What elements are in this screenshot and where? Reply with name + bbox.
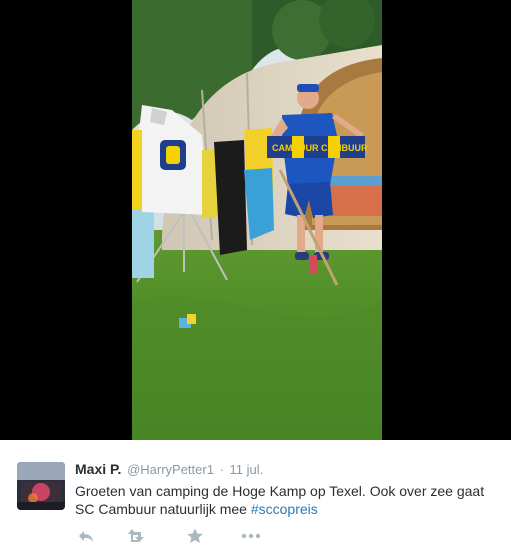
reply-icon[interactable] <box>77 528 95 544</box>
scarf-text: CAMBUUR CAMBUUR <box>272 143 368 153</box>
retweet-icon[interactable] <box>127 528 149 544</box>
tweet-text: Groeten van camping de Hoge Kamp op Texe… <box>75 482 505 518</box>
more-icon[interactable] <box>240 528 262 544</box>
avatar-image <box>17 462 65 510</box>
tweet-header: Maxi P. @HarryPetter1 · 11 jul. <box>75 461 263 478</box>
fullname[interactable]: Maxi P. <box>75 461 121 477</box>
separator-dot: · <box>219 462 224 477</box>
timestamp[interactable]: 11 jul. <box>230 462 264 477</box>
hashtag-link[interactable]: #sccopreis <box>251 501 318 517</box>
avatar[interactable] <box>17 462 65 510</box>
tweet: Maxi P. @HarryPetter1 · 11 jul. Groeten … <box>0 440 511 558</box>
favorite-icon[interactable] <box>186 528 204 544</box>
media-frame: CAMBUUR CAMBUUR <box>0 0 511 440</box>
camping-photo-illustration: CAMBUUR CAMBUUR <box>132 0 382 440</box>
username[interactable]: @HarryPetter1 <box>127 462 214 477</box>
tweet-photo[interactable]: CAMBUUR CAMBUUR <box>132 0 382 440</box>
